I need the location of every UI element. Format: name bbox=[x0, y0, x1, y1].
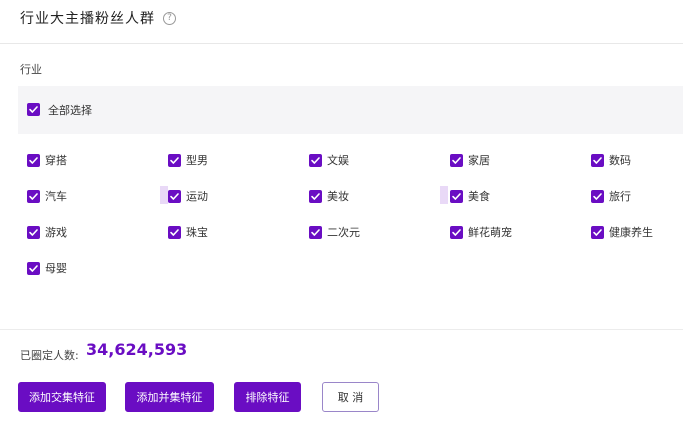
industry-checkbox-label: 数码 bbox=[609, 154, 631, 167]
add-intersection-feature-button[interactable]: 添加交集特征 bbox=[18, 382, 106, 412]
industry-checkbox-item[interactable]: 母婴 bbox=[27, 260, 67, 276]
industry-checkbox-label: 珠宝 bbox=[186, 226, 208, 239]
panel-title: 行业大主播粉丝人群 bbox=[20, 11, 155, 27]
industry-checkbox-item[interactable]: 游戏 bbox=[27, 224, 67, 240]
industry-checkbox[interactable] bbox=[450, 189, 463, 203]
industry-checkbox[interactable] bbox=[168, 153, 181, 167]
select-all-checkbox[interactable] bbox=[27, 103, 40, 116]
industry-checkbox-label: 旅行 bbox=[609, 190, 631, 203]
industry-checkbox-item[interactable]: 美食 bbox=[450, 188, 490, 204]
industry-checkbox[interactable] bbox=[591, 189, 604, 203]
industry-checkbox-label: 美食 bbox=[468, 190, 490, 203]
industry-checkbox-label: 型男 bbox=[186, 154, 208, 167]
checkmark-icon bbox=[309, 225, 322, 239]
industry-checkbox-label: 母婴 bbox=[45, 262, 67, 275]
checkmark-icon bbox=[591, 189, 604, 203]
industry-checkbox-item[interactable]: 美妆 bbox=[309, 188, 349, 204]
panel-header: 行业大主播粉丝人群 ? bbox=[0, 0, 683, 44]
industry-checkbox-label: 运动 bbox=[186, 190, 208, 203]
industry-checkbox-item[interactable]: 鲜花萌宠 bbox=[450, 224, 512, 240]
industry-checkbox[interactable] bbox=[168, 189, 181, 203]
checkmark-icon bbox=[27, 153, 40, 167]
checkmark-icon bbox=[450, 189, 463, 203]
checkmark-icon bbox=[450, 225, 463, 239]
checkmark-icon bbox=[27, 225, 40, 239]
industry-checkbox-label: 健康养生 bbox=[609, 226, 653, 239]
industry-checkbox-item[interactable]: 旅行 bbox=[591, 188, 631, 204]
checkmark-icon bbox=[27, 189, 40, 203]
industry-checkbox-item[interactable]: 数码 bbox=[591, 152, 631, 168]
industry-checkbox-item[interactable]: 型男 bbox=[168, 152, 208, 168]
checkmark-icon bbox=[27, 261, 40, 275]
exclude-feature-button[interactable]: 排除特征 bbox=[234, 382, 301, 412]
checkmark-icon bbox=[309, 153, 322, 167]
industry-checkbox-label: 文娱 bbox=[327, 154, 349, 167]
industry-checkbox-item[interactable]: 二次元 bbox=[309, 224, 360, 240]
industry-checkbox-label: 二次元 bbox=[327, 226, 360, 239]
industry-checkbox[interactable] bbox=[450, 153, 463, 167]
industry-checkbox[interactable] bbox=[27, 153, 40, 167]
industry-checkbox[interactable] bbox=[309, 225, 322, 239]
industry-checkbox-item[interactable]: 运动 bbox=[168, 188, 208, 204]
industry-checkbox[interactable] bbox=[591, 153, 604, 167]
industry-checkbox-label: 游戏 bbox=[45, 226, 67, 239]
industry-checkbox-label: 汽车 bbox=[45, 190, 67, 203]
checkmark-icon bbox=[591, 225, 604, 239]
selected-count-label: 已圈定人数: bbox=[20, 349, 79, 362]
industry-checkbox[interactable] bbox=[27, 261, 40, 275]
cancel-button[interactable]: 取 消 bbox=[322, 382, 379, 412]
checkmark-icon bbox=[309, 189, 322, 203]
industry-checkbox[interactable] bbox=[309, 153, 322, 167]
add-union-feature-button[interactable]: 添加并集特征 bbox=[125, 382, 214, 412]
help-circle-icon[interactable]: ? bbox=[163, 12, 176, 25]
industry-checkbox-item[interactable]: 文娱 bbox=[309, 152, 349, 168]
industry-checkbox-item[interactable]: 健康养生 bbox=[591, 224, 653, 240]
checkmark-icon bbox=[591, 153, 604, 167]
select-all-row[interactable]: 全部选择 bbox=[18, 86, 683, 134]
selected-count-value: 34,624,593 bbox=[86, 340, 188, 359]
industry-checkbox-grid: 穿搭 型男 文娱 家居 数码汽车 运动 美妆 美食 旅行游戏 珠宝 二次元 鲜花萌宠 健康养生母婴 bbox=[27, 152, 683, 282]
industry-checkbox[interactable] bbox=[309, 189, 322, 203]
industry-checkbox[interactable] bbox=[591, 225, 604, 239]
checkmark-icon bbox=[450, 153, 463, 167]
industry-checkbox[interactable] bbox=[450, 225, 463, 239]
industry-checkbox[interactable] bbox=[168, 225, 181, 239]
industry-anchor-fans-panel: 行业大主播粉丝人群 ? 行业 全部选择 穿搭 型男 文娱 家居 数码汽车 运动 美妆 美食 旅行… bbox=[0, 0, 683, 424]
footer-divider bbox=[0, 329, 683, 330]
select-all-label: 全部选择 bbox=[48, 104, 92, 117]
industry-checkbox-label: 家居 bbox=[468, 154, 490, 167]
checkmark-icon bbox=[168, 153, 181, 167]
industry-checkbox-item[interactable]: 汽车 bbox=[27, 188, 67, 204]
industry-checkbox[interactable] bbox=[27, 189, 40, 203]
industry-checkbox[interactable] bbox=[27, 225, 40, 239]
industry-checkbox-label: 美妆 bbox=[327, 190, 349, 203]
checkmark-icon bbox=[168, 225, 181, 239]
industry-checkbox-item[interactable]: 珠宝 bbox=[168, 224, 208, 240]
checkmark-icon bbox=[27, 103, 40, 116]
industry-checkbox-item[interactable]: 家居 bbox=[450, 152, 490, 168]
checkmark-icon bbox=[168, 189, 181, 203]
industry-checkbox-label: 鲜花萌宠 bbox=[468, 226, 512, 239]
industry-checkbox-label: 穿搭 bbox=[45, 154, 67, 167]
industry-checkbox-item[interactable]: 穿搭 bbox=[27, 152, 67, 168]
industry-section-label: 行业 bbox=[20, 63, 42, 76]
